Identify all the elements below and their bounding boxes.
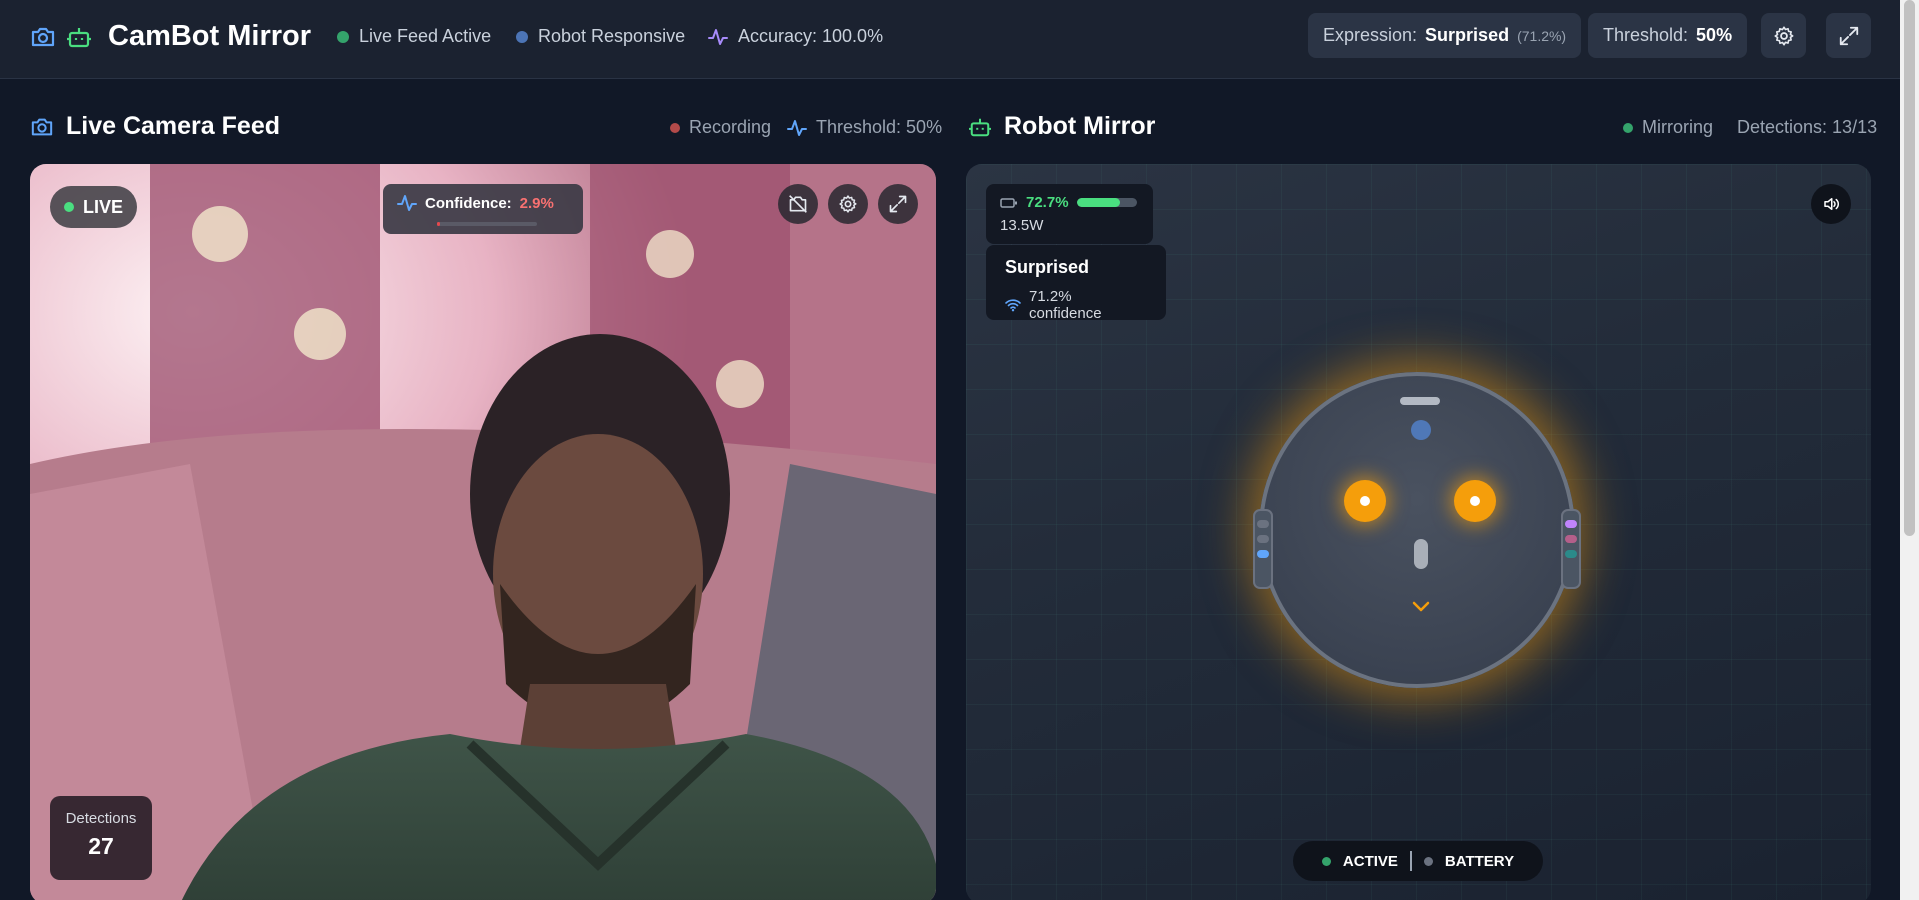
ear-led	[1257, 550, 1269, 558]
sensor-dot	[1411, 420, 1431, 440]
page-scrollbar[interactable]	[1900, 0, 1919, 900]
ear-led	[1565, 535, 1577, 543]
activity-icon	[397, 194, 417, 212]
battery-icon	[1000, 197, 1018, 209]
ear-led	[1257, 520, 1269, 528]
right-ear	[1561, 509, 1581, 589]
camera-fullscreen-button[interactable]	[878, 184, 918, 224]
camera-off-icon	[788, 194, 808, 214]
confidence-bar	[437, 222, 537, 226]
power-value: 13.5W	[1000, 217, 1044, 234]
camera-off-button[interactable]	[778, 184, 818, 224]
expression-pill-label: Expression:	[1323, 25, 1418, 45]
confidence-label: Confidence:	[425, 194, 512, 212]
fullscreen-button[interactable]	[1826, 13, 1871, 58]
expression-pill-value: Surprised	[1425, 25, 1510, 45]
left-eye	[1344, 480, 1386, 522]
accuracy-label: Accuracy: 100.0%	[738, 26, 884, 46]
activity-icon	[708, 28, 728, 46]
threshold-pill-value: 50%	[1696, 25, 1733, 45]
sound-button[interactable]	[1811, 184, 1851, 224]
battery-percent: 72.7%	[1026, 194, 1069, 211]
speaker-icon	[1822, 195, 1840, 213]
live-badge: LIVE	[50, 186, 138, 228]
status-dot	[516, 30, 528, 43]
active-dot	[1321, 856, 1331, 866]
robot-nose	[1414, 539, 1428, 569]
settings-button[interactable]	[1761, 13, 1806, 58]
robot-status-label: Robot Responsive	[538, 26, 686, 46]
camera-icon	[30, 116, 54, 138]
battery-card: 72.7% 13.5W	[986, 184, 1153, 244]
battery-dot	[1423, 856, 1433, 866]
mirroring-status: Mirroring	[1623, 117, 1713, 138]
live-feed-status: Live Feed Active	[337, 26, 491, 47]
camera-settings-button[interactable]	[828, 184, 868, 224]
expression-pill-confidence: (71.2%)	[1517, 27, 1567, 44]
threshold-pill-label: Threshold:	[1603, 25, 1689, 45]
status-dot	[337, 30, 349, 43]
expression-card: Surprised 71.2% confidence	[986, 245, 1166, 322]
expand-icon	[1838, 25, 1860, 47]
expression-name: Surprised	[1005, 257, 1090, 277]
brand: CamBot Mirror	[30, 20, 311, 53]
left-ear	[1253, 509, 1273, 589]
camera-threshold-label: Threshold: 50%	[816, 117, 943, 137]
threshold-pill: Threshold: 50%	[1588, 13, 1748, 58]
robot-state-pill: ACTIVE BATTERY	[1293, 841, 1543, 881]
recording-status: Recording	[670, 117, 771, 138]
app-title: CamBot Mirror	[108, 20, 312, 52]
live-label: LIVE	[83, 196, 124, 217]
camera-feed-panel: LIVE Confidence: 2.9% Detections 27	[30, 164, 936, 900]
confidence-value: 2.9%	[519, 194, 554, 212]
expression-confidence: 71.2% confidence	[1029, 288, 1102, 322]
battery-bar-fill	[1076, 198, 1121, 207]
state-active-label: ACTIVE	[1342, 852, 1398, 870]
ear-led	[1565, 520, 1577, 528]
camera-title: Live Camera Feed	[66, 112, 280, 140]
recording-dot	[670, 122, 680, 133]
detections-value: 27	[88, 833, 114, 859]
robot-icon	[968, 116, 992, 138]
top-bar: CamBot Mirror Live Feed Active Robot Res…	[0, 0, 1900, 79]
accuracy-status: Accuracy: 100.0%	[708, 26, 883, 47]
head-indicator	[1400, 397, 1440, 405]
camera-frame	[30, 164, 936, 900]
scrollbar-thumb[interactable]	[1904, 0, 1915, 536]
gear-icon	[1773, 25, 1795, 47]
state-battery-label: BATTERY	[1444, 852, 1515, 870]
robot-icon	[66, 25, 92, 49]
gear-icon	[838, 194, 858, 214]
divider	[1409, 851, 1412, 871]
robot-mouth	[1412, 601, 1430, 613]
live-feed-status-label: Live Feed Active	[359, 26, 492, 46]
confidence-bar-fill	[437, 222, 440, 226]
robot-mirror-panel: 72.7% 13.5W Surprised 71.2% confidence A…	[966, 164, 1871, 900]
activity-icon	[787, 119, 807, 137]
robot-face	[1253, 372, 1581, 688]
detections-label: Detections	[65, 810, 137, 827]
camera-threshold-status: Threshold: 50%	[787, 117, 942, 138]
camera-icon	[30, 25, 56, 49]
live-dot	[64, 202, 74, 212]
robot-title: Robot Mirror	[1004, 112, 1156, 140]
recording-label: Recording	[689, 117, 772, 137]
ear-led	[1257, 535, 1269, 543]
mirroring-label: Mirroring	[1642, 117, 1714, 137]
robot-section-title: Robot Mirror	[968, 112, 1155, 141]
confidence-overlay: Confidence: 2.9%	[383, 184, 583, 234]
detections-card: Detections 27	[50, 796, 152, 880]
ear-led	[1565, 550, 1577, 558]
robot-status: Robot Responsive	[516, 26, 685, 47]
robot-detections-label: Detections: 13/13	[1737, 117, 1878, 137]
robot-detections-status: Detections: 13/13	[1737, 117, 1877, 138]
expand-icon	[888, 194, 908, 214]
right-eye	[1454, 480, 1496, 522]
expression-pill: Expression: Surprised (71.2%)	[1308, 13, 1582, 58]
battery-bar	[1076, 198, 1137, 207]
wifi-icon	[1005, 298, 1021, 312]
mirroring-dot	[1623, 122, 1633, 133]
camera-section-title: Live Camera Feed	[30, 112, 280, 141]
